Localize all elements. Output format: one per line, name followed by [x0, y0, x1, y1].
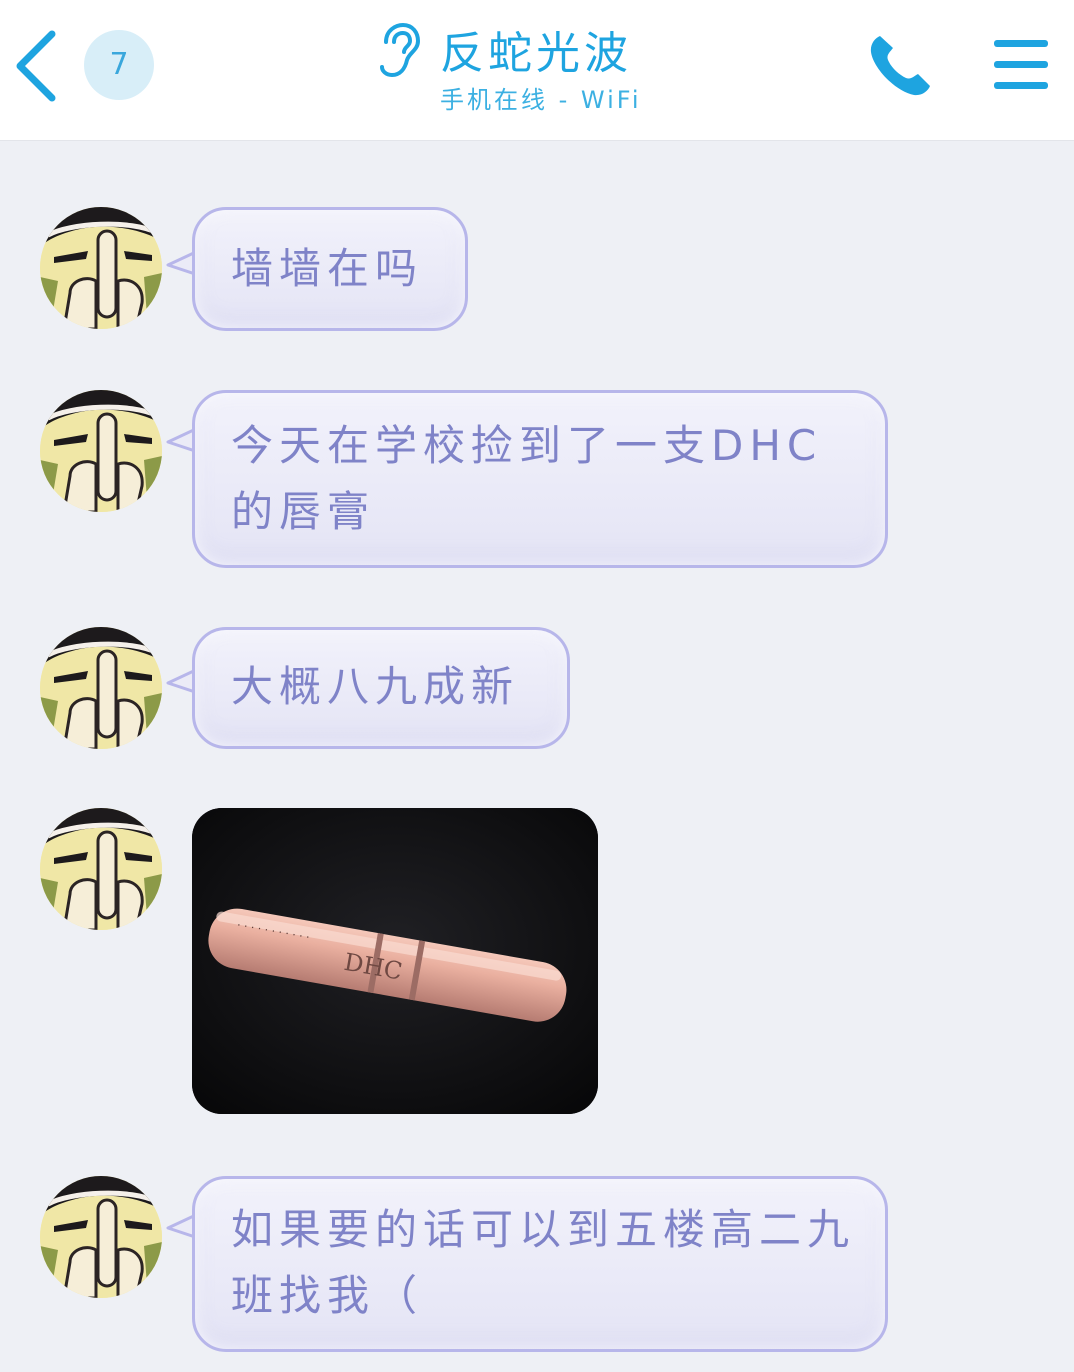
message-photo[interactable]: · · · · · · · · · · · DHC [192, 808, 598, 1114]
menu-icon [994, 40, 1048, 89]
phone-icon [870, 36, 930, 96]
back-button[interactable] [10, 28, 70, 104]
chat-header: 7 反蛇光波 手机在线 - WiFi [0, 0, 1074, 141]
message-row: 今天在学校捡到了一支DHC的唇膏 [0, 390, 1074, 568]
avatar[interactable] [40, 1176, 162, 1298]
message-row: 大概八九成新 [0, 627, 1074, 749]
ear-icon [380, 22, 420, 78]
unread-count-badge[interactable]: 7 [84, 30, 154, 100]
chat-title-area[interactable]: 反蛇光波 手机在线 - WiFi [300, 14, 780, 124]
call-button[interactable] [866, 30, 936, 100]
message-bubble[interactable]: 大概八九成新 [192, 627, 570, 749]
message-row: 墙墙在吗 [0, 207, 1074, 331]
message-bubble[interactable]: 今天在学校捡到了一支DHC的唇膏 [192, 390, 888, 568]
back-chevron-icon [16, 30, 56, 102]
message-row: · · · · · · · · · · · DHC [0, 808, 1074, 1114]
chat-message-list[interactable]: 墙墙在吗 今天在学校捡到了一支DHC的唇膏 大概八九成新 · · · · · ·… [0, 141, 1074, 1372]
message-bubble[interactable]: 如果要的话可以到五楼高二九班找我（ [192, 1176, 888, 1352]
avatar[interactable] [40, 808, 162, 930]
online-status: 手机在线 - WiFi [440, 86, 642, 114]
lipstick-photo: · · · · · · · · · · · DHC [192, 808, 598, 1114]
avatar[interactable] [40, 627, 162, 749]
chat-title: 反蛇光波 [440, 28, 632, 79]
message-row: 如果要的话可以到五楼高二九班找我（ [0, 1176, 1074, 1352]
message-bubble[interactable]: 墙墙在吗 [192, 207, 468, 331]
menu-button[interactable] [990, 36, 1052, 94]
avatar[interactable] [40, 390, 162, 512]
avatar[interactable] [40, 207, 162, 329]
